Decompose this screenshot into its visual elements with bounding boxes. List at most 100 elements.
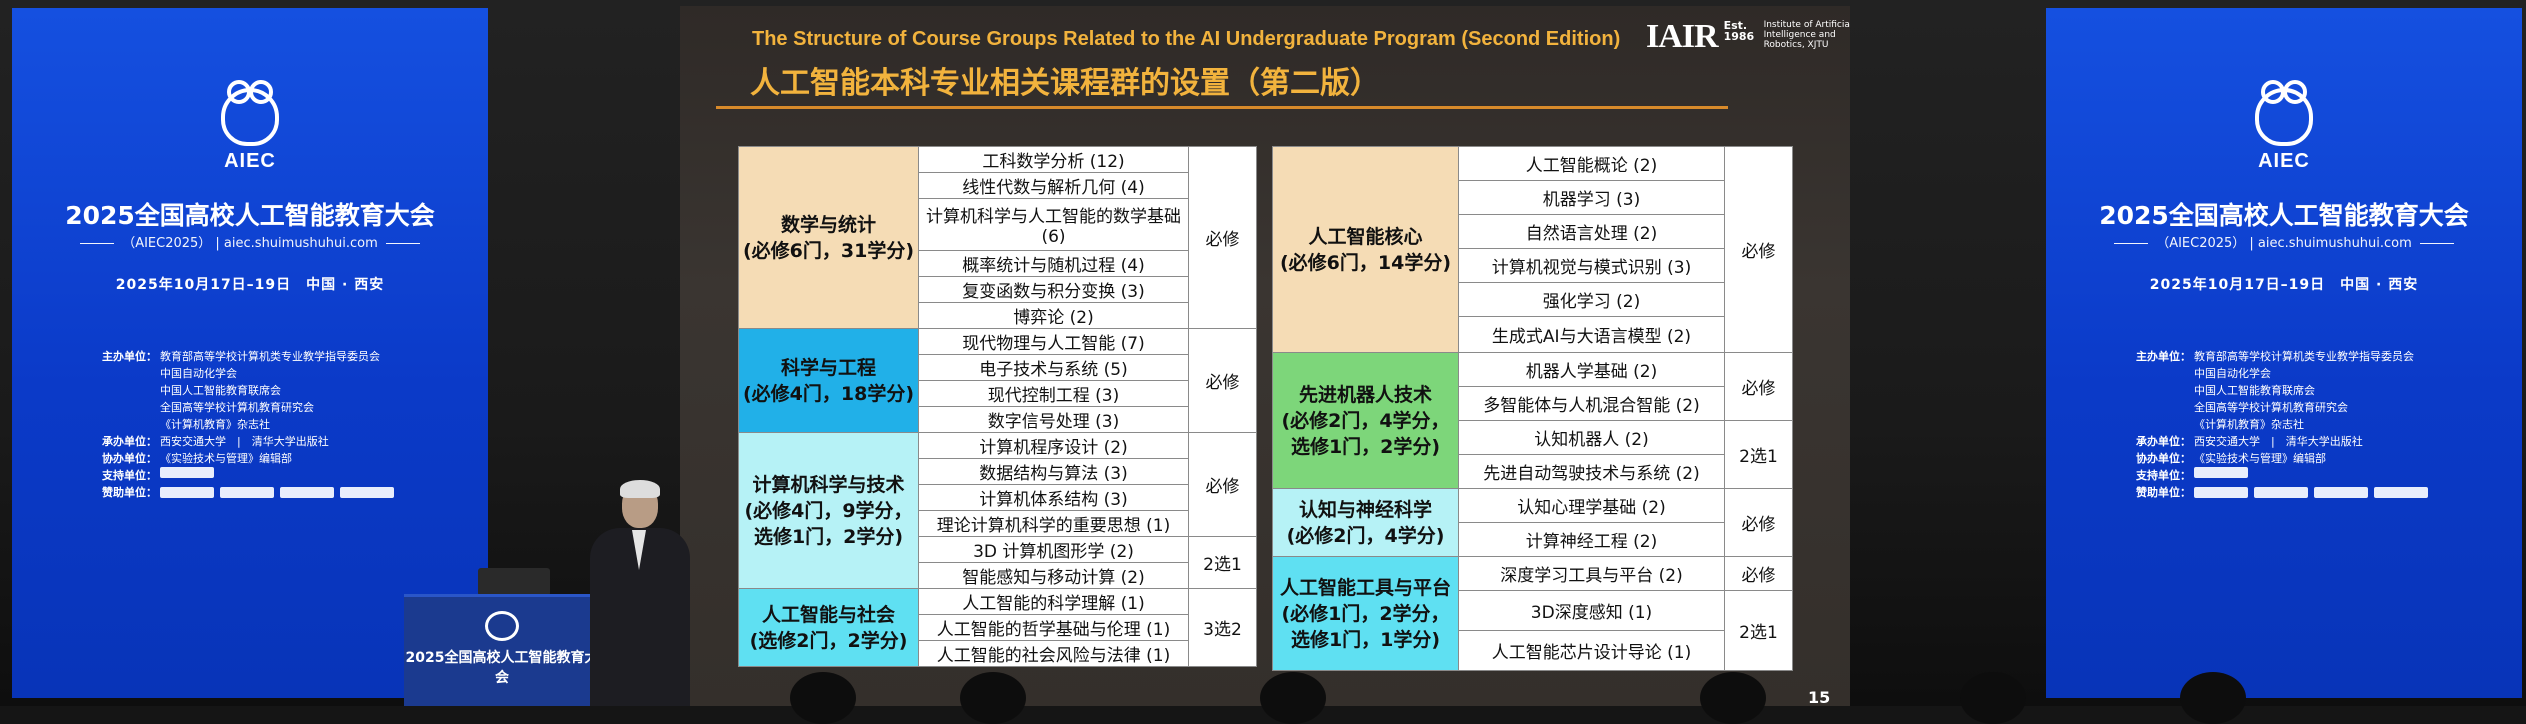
course-cell: 认知心理学基础 (2) [1458,488,1725,523]
audience-head [1260,672,1326,724]
course-cell: 计算神经工程 (2) [1458,522,1725,557]
course-cell: 自然语言处理 (2) [1458,214,1725,249]
org-key: 主办单位： [102,350,157,363]
organizer-list: 主办单位： 教育部高等学校计算机类专业教学指导委员会 中国自动化学会 中国人工智能… [102,348,394,501]
institute-abbr: IAIR [1646,18,1719,55]
org-value: 《实验技术与管理》编辑部 [2194,452,2326,465]
institute-est: Est. 1986 [1723,19,1755,43]
podium: 2025全国高校人工智能教育大会 [404,594,600,706]
requirement-cell: 必修 [1724,488,1793,557]
org-key: 赞助单位： [102,486,157,499]
course-cell: 机器人学基础 (2) [1458,352,1725,387]
course-cell: 工科数学分析 (12) [918,146,1189,173]
course-cell: 生成式AI与大语言模型 (2) [1458,316,1725,353]
course-cell: 机器学习 (3) [1458,180,1725,215]
requirement-cell: 必修 [1724,556,1793,591]
bear-mascot-icon [485,611,519,641]
org-value: 全国高等学校计算机教育研究会 [160,401,314,414]
course-cell: 数据结构与算法 (3) [918,458,1189,485]
course-cell: 认知机器人 (2) [1458,420,1725,455]
conference-subtitle: （AIEC2025） | aiec.shuimushuhui.com [12,232,488,251]
org-value: 西安交通大学 | 清华大学出版社 [2194,435,2363,448]
sponsor-logo [160,467,214,478]
institute-full-name: Institute of Artificial Intelligence and… [1763,20,1850,50]
org-key [2136,382,2194,399]
slide-title-cn: 人工智能本科专业相关课程群的设置（第二版） [750,66,1380,101]
course-cell: 理论计算机科学的重要思想 (1) [918,510,1189,537]
sponsor-logo [220,487,274,498]
course-cell: 人工智能的科学理解 (1) [918,588,1189,615]
org-key: 主办单位： [2136,350,2191,363]
audience-head [790,672,856,724]
course-cell: 先进自动驾驶技术与系统 (2) [1458,454,1725,489]
org-key: 承办单位： [102,435,157,448]
course-cell: 3D 计算机图形学 (2) [918,536,1189,563]
course-cell: 人工智能的社会风险与法律 (1) [918,640,1189,667]
requirement-cell: 必修 [1188,328,1257,433]
course-cell: 计算机体系结构 (3) [918,484,1189,511]
sponsor-logo-row [2194,487,2428,501]
sponsor-logo [2374,487,2428,498]
course-cell: 人工智能芯片设计导论 (1) [1458,630,1725,671]
aiec-logo: AIEC [205,80,295,173]
group-cell: 科学与工程 (必修4门，18学分) [738,328,919,433]
bear-mascot-icon [221,80,279,146]
organizer-list: 主办单位： 教育部高等学校计算机类专业教学指导委员会 中国自动化学会 中国人工智能… [2136,348,2428,501]
requirement-cell: 2选1 [1724,420,1793,489]
course-cell: 3D深度感知 (1) [1458,590,1725,631]
group-cell: 计算机科学与技术 (必修4门，9学分， 选修1门，2学分) [738,432,919,589]
course-cell: 线性代数与解析几何 (4) [918,172,1189,199]
org-key [102,416,160,433]
main-projection-screen: The Structure of Course Groups Related t… [680,6,1850,706]
sponsor-logo [160,487,214,498]
org-value: 教育部高等学校计算机类专业教学指导委员会 [2194,350,2414,363]
page-number: 15 [1808,688,1831,706]
bear-mascot-icon [2255,80,2313,146]
org-value: 全国高等学校计算机教育研究会 [2194,401,2348,414]
podium-title: 2025全国高校人工智能教育大会 [405,650,599,686]
sponsor-logo [340,487,394,498]
group-cell: 人工智能核心 (必修6门，14学分) [1272,146,1459,353]
conference-title: 2025全国高校人工智能教育大会 [65,201,435,230]
org-value: 教育部高等学校计算机类专业教学指导委员会 [160,350,380,363]
sponsor-logo [2314,487,2368,498]
institute-logo: IAIR Est. 1986 Institute of Artificial I… [1646,20,1850,54]
audience-head [1960,672,2026,724]
group-cell: 先进机器人技术 (必修2门，4学分， 选修1门，2学分) [1272,352,1459,489]
org-key [2136,365,2194,382]
course-cell: 智能感知与移动计算 (2) [918,562,1189,589]
audience-head [2180,672,2246,724]
org-key: 赞助单位： [2136,486,2191,499]
group-cell: 人工智能与社会 (选修2门，2学分) [738,588,919,667]
course-cell: 现代控制工程 (3) [918,380,1189,407]
org-value: 中国自动化学会 [160,367,237,380]
org-key [2136,416,2194,433]
requirement-cell: 3选2 [1188,588,1257,667]
title-underline [716,106,1728,109]
laptop [478,568,550,596]
sponsor-logo-row [160,487,394,501]
org-value: 中国人工智能教育联席会 [2194,384,2315,397]
course-table-right: 人工智能核心 (必修6门，14学分) 人工智能概论 (2) 必修 机器学习 (3… [1272,146,1793,671]
right-side-screen: AIEC 2025全国高校人工智能教育大会 （AIEC2025） | aiec.… [2046,8,2522,698]
course-cell: 深度学习工具与平台 (2) [1458,556,1725,591]
course-cell: 复变函数与积分变换 (3) [918,276,1189,303]
course-cell: 人工智能概论 (2) [1458,146,1725,181]
org-key: 支持单位： [102,469,157,482]
requirement-cell: 必修 [1188,432,1257,537]
group-cell: 认知与神经科学 (必修2门，4学分) [1272,488,1459,557]
requirement-cell: 2选1 [1724,590,1793,671]
org-key: 承办单位： [2136,435,2191,448]
course-cell: 强化学习 (2) [1458,282,1725,317]
course-table-left: 数学与统计 (必修6门，31学分) 工科数学分析 (12) 必修 线性代数与解析… [738,146,1257,667]
org-key [102,399,160,416]
org-value: 中国人工智能教育联席会 [160,384,281,397]
org-key: 支持单位： [2136,469,2191,482]
org-key [102,365,160,382]
course-cell: 计算机视觉与模式识别 (3) [1458,248,1725,283]
org-value: 《实验技术与管理》编辑部 [160,452,292,465]
org-key: 协办单位： [2136,452,2191,465]
group-cell: 人工智能工具与平台 (必修1门，2学分， 选修1门，1学分) [1272,556,1459,671]
course-cell: 多智能体与人机混合智能 (2) [1458,386,1725,421]
slide-title-en: The Structure of Course Groups Related t… [752,28,1621,50]
